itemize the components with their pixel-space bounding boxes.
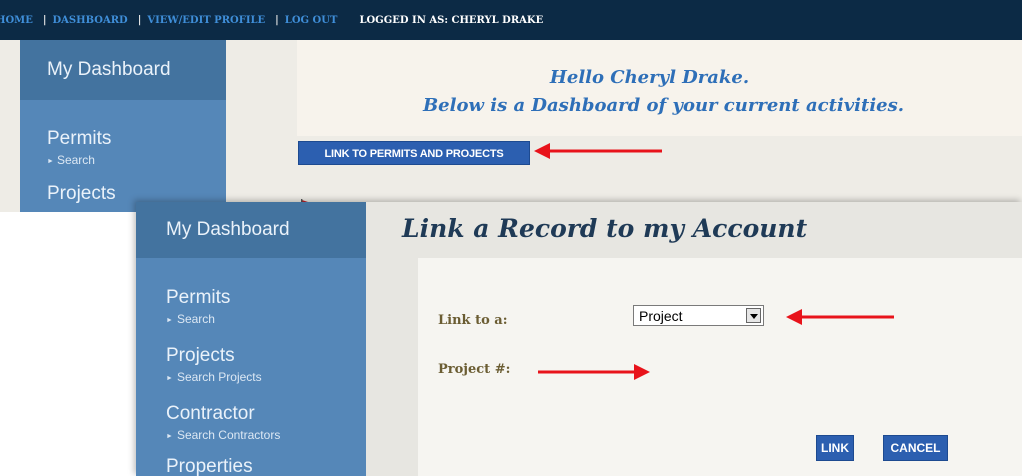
link-button[interactable]: LINK — [816, 435, 854, 461]
page-title: Link a Record to my Account — [402, 214, 808, 243]
sidebar-sub-permits-search[interactable]: ► Search — [47, 153, 95, 167]
sidebar-sub-search-projects[interactable]: ► Search Projects — [166, 370, 262, 384]
triangle-right-icon: ► — [166, 317, 173, 324]
triangle-right-icon: ► — [166, 433, 173, 440]
dashboard-screenshot: HOME | DASHBOARD | VIEW/EDIT PROFILE | L… — [0, 0, 1022, 212]
link-to-select[interactable]: Project — [633, 305, 764, 326]
nav-separator: | — [42, 14, 47, 26]
logged-in-as-text: LOGGED IN AS: CHERYL DRAKE — [359, 14, 544, 26]
arrow-to-project-number-icon — [538, 364, 650, 380]
sidebar-sub-label: Search — [56, 153, 95, 167]
triangle-right-icon: ► — [47, 158, 54, 165]
sidebar-bottom: My Dashboard Permits ► Search Projects ► S… — [136, 202, 366, 476]
nav-view-edit-profile-link[interactable]: VIEW/EDIT PROFILE — [147, 15, 265, 26]
sidebar-sub-permits-search[interactable]: ► Search — [166, 312, 215, 326]
sidebar-sub-search-contractors[interactable]: ► Search Contractors — [166, 428, 280, 442]
sidebar-item-contractor[interactable]: Contractor — [166, 403, 255, 425]
top-nav-bar: HOME | DASHBOARD | VIEW/EDIT PROFILE | L… — [0, 0, 1022, 40]
sidebar-sub-label: Search Contractors — [176, 428, 281, 442]
sidebar-sub-label: Search Projects — [176, 370, 262, 384]
chevron-down-icon[interactable] — [746, 308, 761, 323]
sidebar-item-properties[interactable]: Properties — [166, 456, 253, 476]
nav-dashboard-link[interactable]: DASHBOARD — [53, 15, 128, 26]
nav-separator: | — [137, 14, 142, 26]
link-to-label: Link to a: — [438, 313, 508, 328]
nav-separator: | — [275, 14, 279, 26]
sidebar-item-permits[interactable]: Permits — [47, 128, 111, 150]
sidebar-item-permits[interactable]: Permits — [166, 287, 230, 309]
sidebar-item-projects[interactable]: Projects — [166, 345, 235, 367]
sidebar-top: My Dashboard Permits ► Search Projects — [20, 40, 226, 212]
nav-log-out-link[interactable]: LOG OUT — [285, 15, 338, 26]
welcome-subtitle: Below is a Dashboard of your current act… — [422, 95, 905, 116]
triangle-right-icon: ► — [166, 375, 173, 382]
welcome-greeting: Hello Cheryl Drake. — [549, 67, 750, 88]
sidebar-my-dashboard[interactable]: My Dashboard — [20, 40, 226, 100]
sidebar-my-dashboard[interactable]: My Dashboard — [136, 202, 366, 258]
cancel-button[interactable]: CANCEL — [883, 435, 948, 461]
arrow-to-select-icon — [786, 309, 894, 325]
arrow-to-link-button-icon — [534, 143, 662, 159]
sidebar-sub-label: Search — [176, 312, 215, 326]
welcome-banner: Hello Cheryl Drake. Below is a Dashboard… — [297, 40, 1022, 136]
link-to-selected-value: Project — [639, 308, 683, 324]
link-to-permits-and-projects-button[interactable]: LINK TO PERMITS AND PROJECTS — [298, 141, 530, 165]
project-number-label: Project #: — [438, 362, 511, 377]
nav-home-link[interactable]: HOME — [0, 15, 33, 26]
sidebar-item-projects[interactable]: Projects — [47, 183, 116, 205]
